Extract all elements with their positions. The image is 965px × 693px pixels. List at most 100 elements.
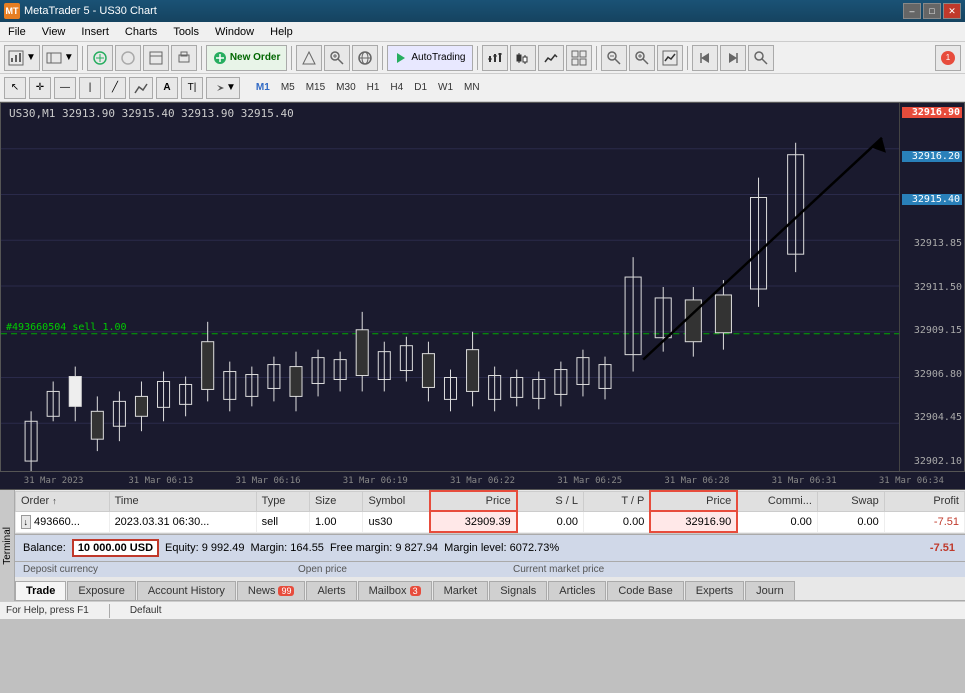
menu-window[interactable]: Window	[207, 24, 262, 40]
cell-swap: 0.00	[817, 511, 884, 532]
toolbar-profiles[interactable]: ▼	[42, 45, 78, 71]
draw-crosshair[interactable]: ✛	[29, 77, 51, 99]
tab-exposure[interactable]: Exposure	[67, 581, 135, 600]
toolbar-new-chart[interactable]: ▼	[4, 45, 40, 71]
draw-trendline[interactable]: ╱	[104, 77, 126, 99]
margin-text: Margin: 164.55	[251, 542, 324, 554]
tf-m15[interactable]: M15	[301, 80, 330, 95]
toolbar-chart-objects[interactable]	[566, 45, 592, 71]
menu-insert[interactable]: Insert	[73, 24, 117, 40]
tab-articles[interactable]: Articles	[548, 581, 606, 600]
tab-trade[interactable]: Trade	[15, 581, 66, 600]
trade-row[interactable]: ↓ 493660... 2023.03.31 06:30... sell 1.0…	[16, 511, 965, 532]
tf-mn[interactable]: MN	[459, 80, 485, 95]
draw-cursor[interactable]: ↖	[4, 77, 26, 99]
news-badge: 99	[278, 586, 294, 596]
tf-d1[interactable]: D1	[409, 80, 432, 95]
col-tp: T / P	[584, 491, 651, 511]
new-order-button[interactable]: New Order	[206, 45, 288, 71]
toolbar-chart-zoom-in[interactable]	[324, 45, 350, 71]
menu-view[interactable]: View	[34, 24, 74, 40]
toolbar-zoom-out[interactable]	[601, 45, 627, 71]
menu-bar: File View Insert Charts Tools Window Hel…	[0, 22, 965, 42]
badge-count: 1	[941, 51, 955, 65]
tf-w1[interactable]: W1	[433, 80, 458, 95]
tab-journal[interactable]: Journ	[745, 581, 795, 600]
tf-m5[interactable]: M5	[276, 80, 300, 95]
maximize-button[interactable]: □	[923, 3, 941, 19]
toolbar-indicators[interactable]	[657, 45, 683, 71]
toolbar-notification-badge[interactable]: 1	[935, 45, 961, 71]
price-scale: 32916.90 32916.20 32915.40 32913.85 3291…	[899, 103, 964, 471]
price-line1: 32916.20	[902, 151, 962, 162]
toolbar-chart-type3[interactable]	[538, 45, 564, 71]
tab-market[interactable]: Market	[433, 581, 489, 600]
toolbar-disconnect[interactable]	[115, 45, 141, 71]
toolbar-forward[interactable]	[720, 45, 746, 71]
free-margin-text: Free margin: 9 827.94	[330, 542, 438, 554]
time-label-6: 31 Mar 06:28	[643, 476, 750, 486]
autotrading-button[interactable]: AutoTrading	[387, 45, 472, 71]
tab-news[interactable]: News 99	[237, 581, 306, 600]
menu-help[interactable]: Help	[262, 24, 301, 40]
tf-m30[interactable]: M30	[331, 80, 360, 95]
toolbar-zoom-in-chart[interactable]	[629, 45, 655, 71]
menu-file[interactable]: File	[0, 24, 34, 40]
draw-multi[interactable]	[129, 77, 153, 99]
candlestick-chart: #493660504 sell 1.00	[1, 103, 899, 471]
toolbar-search[interactable]	[748, 45, 774, 71]
menu-tools[interactable]: Tools	[165, 24, 207, 40]
main-toolbar: ▼ ▼ New Order AutoTrading	[0, 42, 965, 74]
tab-alerts[interactable]: Alerts	[306, 581, 356, 600]
mailbox-badge: 3	[410, 586, 421, 596]
toolbar-back[interactable]	[692, 45, 718, 71]
tab-account-history[interactable]: Account History	[137, 581, 236, 600]
price-p8: 32902.10	[902, 456, 962, 467]
balance-bar: Balance: 10 000.00 USD Equity: 9 992.49 …	[15, 534, 965, 562]
cell-current-price[interactable]: 32916.90	[650, 511, 737, 532]
title-bar-text: MetaTrader 5 - US30 Chart	[24, 5, 157, 17]
terminal-side-tab[interactable]: Terminal	[2, 527, 13, 565]
minimize-button[interactable]: –	[903, 3, 921, 19]
toolbar-chart-type2[interactable]	[510, 45, 536, 71]
cell-open-price[interactable]: 32909.39	[430, 511, 517, 532]
draw-hline[interactable]: —	[54, 77, 76, 99]
tf-m1[interactable]: M1	[251, 80, 275, 95]
price-line2: 32915.40	[902, 194, 962, 205]
toolbar-separator-6	[596, 46, 597, 70]
draw-arrow[interactable]: ▼	[206, 77, 240, 99]
cell-sl: 0.00	[517, 511, 584, 532]
draw-vline[interactable]: |	[79, 77, 101, 99]
time-label-5: 31 Mar 06:25	[536, 476, 643, 486]
col-swap: Swap	[817, 491, 884, 511]
col-sl: S / L	[517, 491, 584, 511]
tf-h1[interactable]: H1	[362, 80, 385, 95]
toolbar-objects[interactable]	[296, 45, 322, 71]
price-p3: 32913.85	[902, 238, 962, 249]
close-button[interactable]: ✕	[943, 3, 961, 19]
toolbar-history[interactable]	[143, 45, 169, 71]
timeframe-bar: M1 M5 M15 M30 H1 H4 D1 W1 MN	[251, 80, 485, 95]
equity-text: Equity: 9 992.49	[165, 542, 245, 554]
tab-code-base[interactable]: Code Base	[607, 581, 683, 600]
draw-text[interactable]: A	[156, 77, 178, 99]
toolbar-print[interactable]	[171, 45, 197, 71]
cell-commission: 0.00	[737, 511, 817, 532]
toolbar-connect[interactable]	[87, 45, 113, 71]
status-bar: For Help, press F1 Default	[0, 601, 965, 619]
tab-signals[interactable]: Signals	[489, 581, 547, 600]
toolbar-chart-type1[interactable]	[482, 45, 508, 71]
time-label-8: 31 Mar 06:34	[858, 476, 965, 486]
chart-area[interactable]: US30,M1 32913.90 32915.40 32913.90 32915…	[0, 102, 965, 472]
draw-label[interactable]: T|	[181, 77, 203, 99]
toolbar-globe[interactable]	[352, 45, 378, 71]
svg-text:#493660504 sell 1.00: #493660504 sell 1.00	[6, 322, 127, 333]
label-deposit-currency: Deposit currency	[23, 564, 208, 575]
order-icon: ↓	[21, 515, 32, 529]
menu-charts[interactable]: Charts	[117, 24, 165, 40]
tab-mailbox[interactable]: Mailbox 3	[358, 581, 432, 600]
time-axis: 31 Mar 2023 31 Mar 06:13 31 Mar 06:16 31…	[0, 472, 965, 490]
tab-experts[interactable]: Experts	[685, 581, 744, 600]
tf-h4[interactable]: H4	[385, 80, 408, 95]
time-label-2: 31 Mar 06:16	[214, 476, 321, 486]
